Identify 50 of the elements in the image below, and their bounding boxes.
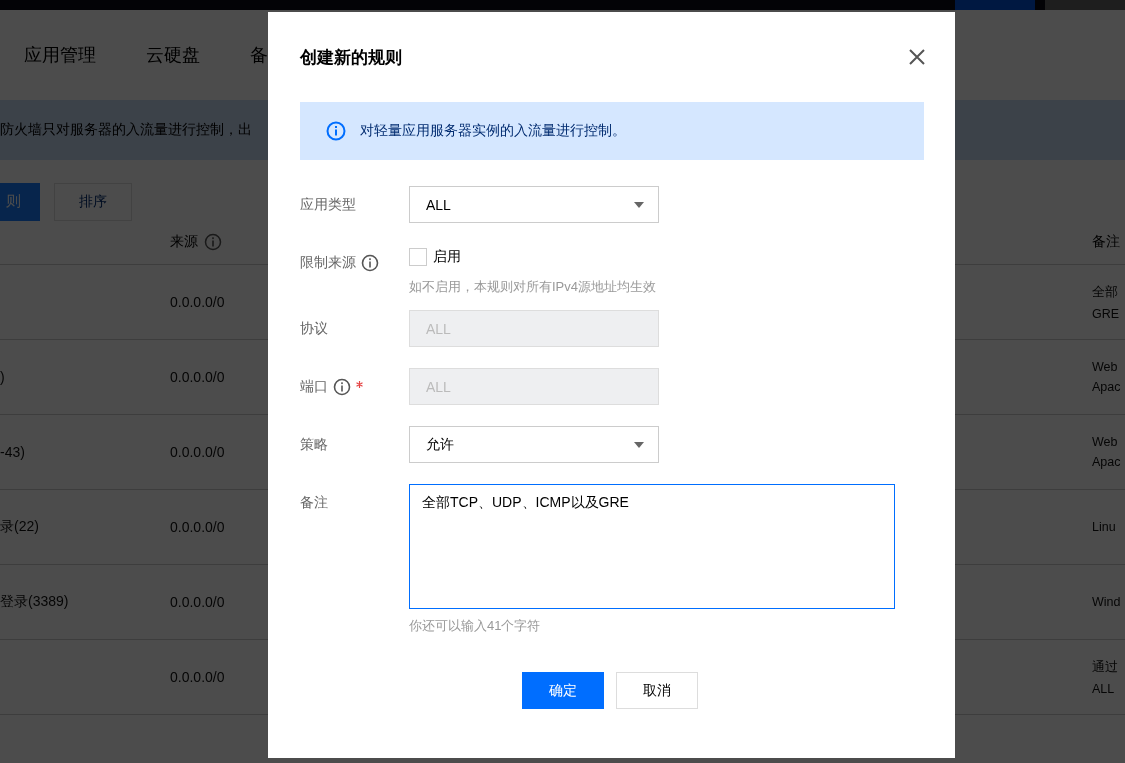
table-cell-text: GRE xyxy=(1092,306,1121,321)
table-cell: 0.0.0.0/0 xyxy=(170,669,225,685)
info-icon xyxy=(333,377,351,396)
field-label: 协议 xyxy=(300,319,328,338)
page-tab[interactable]: 云硬盘 xyxy=(146,43,200,67)
table-cell: 0.0.0.0/0 xyxy=(170,519,225,535)
table-cell-text: Apac xyxy=(1092,455,1122,469)
confirm-button[interactable]: 确定 xyxy=(522,672,604,709)
table-cell-text: 通过 xyxy=(1092,658,1119,676)
table-cell-text: Web xyxy=(1092,360,1119,374)
table-cell: 登录(3389) xyxy=(0,593,69,609)
table-cell-text: Linu xyxy=(1092,520,1117,534)
table-cell: -43) xyxy=(0,444,25,460)
cancel-button[interactable]: 取消 xyxy=(616,672,698,709)
hint-text: 如不启用，本规则对所有IPv4源地址均生效 xyxy=(409,278,656,296)
column-header: 来源 xyxy=(170,233,198,251)
field-label: 应用类型 xyxy=(300,195,356,214)
info-text: 对轻量应用服务器实例的入流量进行控制。 xyxy=(360,122,626,140)
table-cell: 录(22) xyxy=(0,518,39,534)
table-cell: ) xyxy=(0,369,5,385)
table-cell-text: Wind xyxy=(1092,595,1122,609)
hint-text: 你还可以输入41个字符 xyxy=(409,617,542,635)
table-cell: 0.0.0.0/0 xyxy=(170,444,225,460)
page-tab[interactable]: 备 xyxy=(250,43,268,67)
select-field[interactable]: 允许 xyxy=(409,426,659,463)
table-cell-text: Apac xyxy=(1092,380,1122,394)
page-tab[interactable]: 应用管理 xyxy=(24,43,96,67)
caret-icon xyxy=(634,201,644,208)
field-label: 端口 xyxy=(300,377,328,396)
required-icon xyxy=(356,381,363,388)
notice-text: 防火墙只对服务器的入流量进行控制，出 xyxy=(0,121,252,139)
textarea-field[interactable]: 全部TCP、UDP、ICMP以及GRE xyxy=(409,484,895,609)
checkbox-label[interactable]: 启用 xyxy=(433,248,461,266)
info-icon xyxy=(361,253,379,272)
column-header: 备注 xyxy=(1092,233,1120,251)
select-field[interactable]: ALL xyxy=(409,186,659,223)
dialog-title: 创建新的规则 xyxy=(300,46,402,69)
field-label: 策略 xyxy=(300,435,328,454)
field-label: 备注 xyxy=(300,493,328,512)
info-icon xyxy=(326,121,346,141)
table-cell-text: ALL xyxy=(1092,681,1116,696)
checkbox[interactable] xyxy=(409,248,427,266)
table-cell: 0.0.0.0/0 xyxy=(170,294,225,310)
field-label: 限制来源 xyxy=(300,253,356,272)
table-cell-text: 全部 xyxy=(1092,283,1119,301)
close-icon[interactable] xyxy=(909,49,925,65)
table-cell: 0.0.0.0/0 xyxy=(170,369,225,385)
table-cell-text: Web xyxy=(1092,435,1119,449)
caret-icon xyxy=(634,441,644,448)
table-cell: 0.0.0.0/0 xyxy=(170,594,225,610)
